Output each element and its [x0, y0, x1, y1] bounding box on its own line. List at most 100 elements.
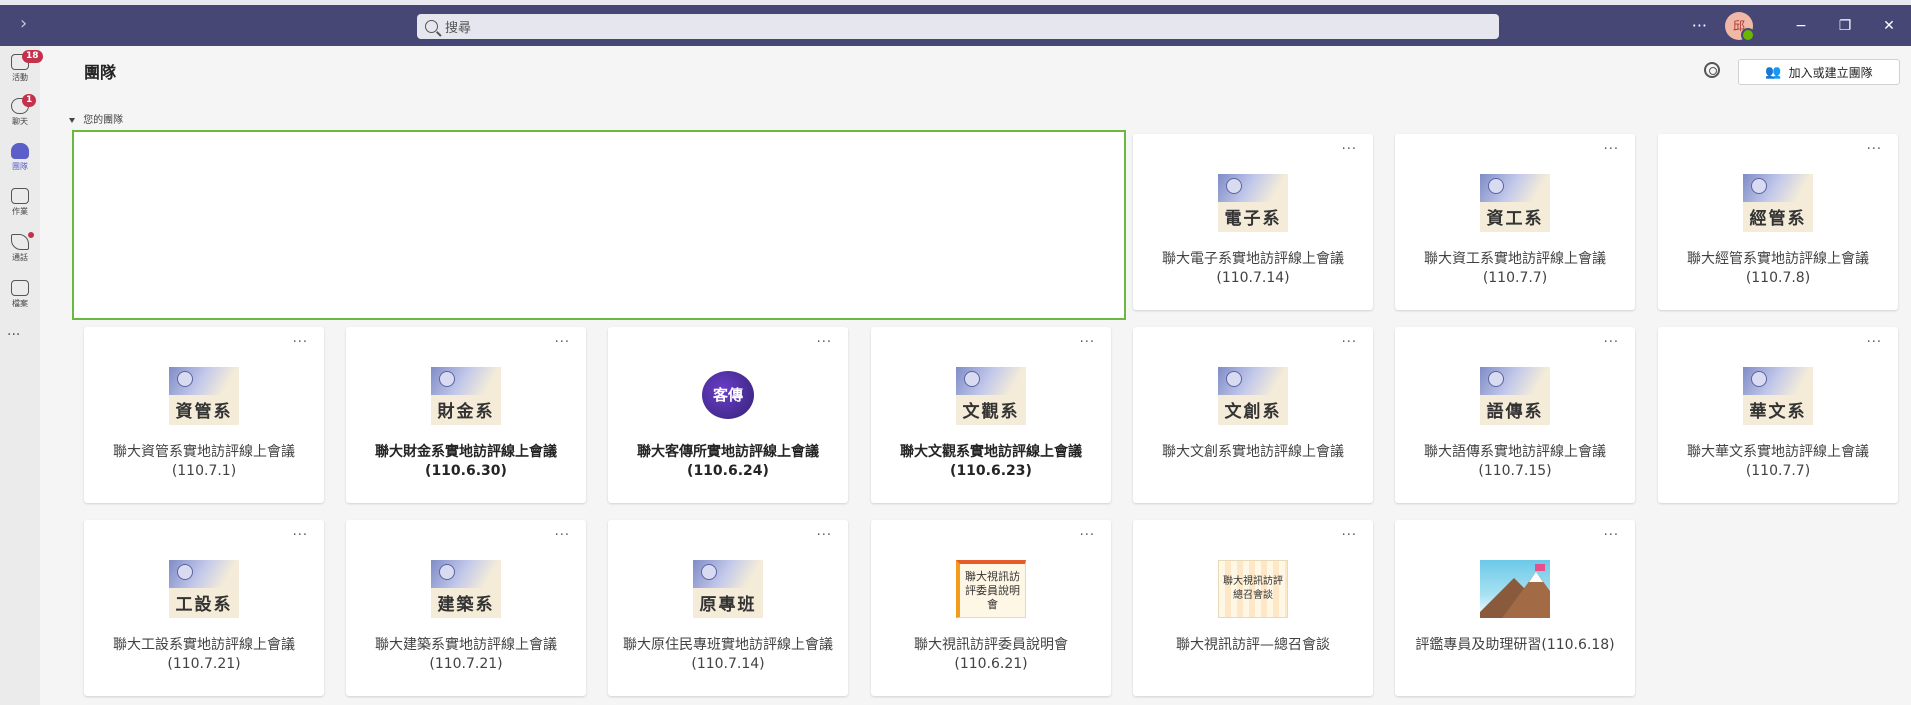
more-options-button[interactable]: ···: [1604, 142, 1619, 157]
team-card[interactable]: ··· 文創系 聯大文創系實地訪評線上會議: [1133, 327, 1373, 503]
logo-text: 原專班: [699, 595, 757, 615]
logo-text: 資管系: [175, 402, 233, 422]
more-options-button[interactable]: ···: [1080, 528, 1095, 543]
team-name: 聯大資管系實地訪評線上會議(110.7.1): [113, 444, 295, 479]
rail-item-assignments[interactable]: 作業: [0, 188, 40, 217]
team-logo: 聯大視訊訪評委員說明會: [956, 560, 1026, 618]
avatar[interactable]: 邱: [1725, 11, 1755, 42]
more-options-button[interactable]: ···: [555, 335, 570, 350]
team-card[interactable]: ··· 原專班 聯大原住民專班實地訪評線上會議(110.7.14): [608, 520, 848, 696]
team-card[interactable]: ··· 聯大視訊訪評總召會談 聯大視訊訪評—總召會談: [1133, 520, 1373, 696]
more-options-button[interactable]: ···: [1342, 142, 1357, 157]
team-card[interactable]: ··· 語傳系 聯大語傳系實地訪評線上會議(110.7.15): [1395, 327, 1635, 503]
team-card[interactable]: ··· 聯大視訊訪評委員說明會 聯大視訊訪評委員說明會(110.6.21): [871, 520, 1111, 696]
logo-text: 文創系: [1224, 402, 1282, 422]
logo-text: 華文系: [1749, 402, 1807, 422]
team-card[interactable]: ··· 建築系 聯大建築系實地訪評線上會議(110.7.21): [346, 520, 586, 696]
page-title: 團隊: [84, 63, 117, 82]
search-icon: [425, 20, 438, 33]
team-logo: 客傳: [696, 367, 760, 421]
team-logo: 建築系: [431, 560, 501, 618]
rail-item-teams[interactable]: 團隊: [0, 143, 40, 172]
file-icon: [11, 280, 29, 296]
team-card[interactable]: ··· 財金系 聯大財金系實地訪評線上會議(110.6.30): [346, 327, 586, 503]
more-options-button[interactable]: ···: [1080, 335, 1095, 350]
rail-item-chat[interactable]: 1 聊天: [0, 94, 40, 127]
more-options-button[interactable]: ···: [1604, 335, 1619, 350]
logo-text: 聯大視訊訪評總召會談: [1223, 576, 1283, 601]
more-apps-button[interactable]: ···: [7, 327, 20, 343]
team-logo: 聯大視訊訪評總召會談: [1218, 560, 1288, 618]
gear-icon[interactable]: [1704, 62, 1720, 78]
team-logo: 華文系: [1743, 367, 1813, 425]
mountain-icon: [1480, 560, 1550, 618]
team-name: 聯大建築系實地訪評線上會議(110.7.21): [375, 637, 557, 672]
team-name: 評鑑專員及助理研習(110.6.18): [1415, 637, 1615, 653]
logo-text: 文觀系: [962, 402, 1020, 422]
restore-button[interactable]: ❐: [1823, 18, 1867, 34]
team-card[interactable]: ··· 工設系 聯大工設系實地訪評線上會議(110.7.21): [84, 520, 324, 696]
close-button[interactable]: ✕: [1867, 18, 1911, 34]
logo-text: 資工系: [1486, 209, 1544, 229]
team-logo: 電子系: [1218, 174, 1288, 232]
team-name: 聯大經管系實地訪評線上會議(110.7.8): [1687, 251, 1869, 286]
logo-text: 客傳: [702, 371, 754, 419]
chat-badge: 1: [22, 94, 37, 107]
more-options-button[interactable]: ···: [1867, 335, 1882, 350]
team-name: 聯大文創系實地訪評線上會議: [1162, 444, 1344, 460]
team-name: 聯大文觀系實地訪評線上會議(110.6.23): [900, 444, 1082, 479]
rail-item-activity[interactable]: 18 活動: [0, 50, 43, 83]
rail-item-label: 聊天: [12, 117, 28, 126]
rail-item-files[interactable]: 檔案: [0, 280, 40, 309]
teams-icon: [11, 143, 29, 159]
team-name: 聯大華文系實地訪評線上會議(110.7.7): [1687, 444, 1869, 479]
calls-dot: [28, 232, 34, 238]
join-or-create-team-button[interactable]: 👥 加入或建立團隊: [1738, 59, 1900, 85]
more-options-button[interactable]: ···: [555, 528, 570, 543]
team-card[interactable]: ··· 文觀系 聯大文觀系實地訪評線上會議(110.6.23): [871, 327, 1111, 503]
team-card[interactable]: ··· 評鑑專員及助理研習(110.6.18): [1395, 520, 1635, 696]
logo-text: 工設系: [175, 595, 233, 615]
phone-icon: [11, 234, 29, 250]
logo-text: 財金系: [437, 402, 495, 422]
search-placeholder: 搜尋: [445, 21, 472, 36]
rail-item-label: 團隊: [12, 162, 28, 171]
team-logo: 原專班: [693, 560, 763, 618]
team-card[interactable]: ··· 經管系 聯大經管系實地訪評線上會議(110.7.8): [1658, 134, 1898, 310]
logo-text: 經管系: [1749, 209, 1807, 229]
more-options-button[interactable]: ···: [293, 528, 308, 543]
section-label: 您的團隊: [83, 115, 124, 126]
team-name: 聯大客傳所實地訪評線上會議(110.6.24): [637, 444, 819, 479]
more-options-button[interactable]: ···: [1342, 528, 1357, 543]
more-options-button[interactable]: ···: [1692, 16, 1707, 35]
team-logo: 語傳系: [1480, 367, 1550, 425]
more-options-button[interactable]: ···: [817, 335, 832, 350]
more-options-button[interactable]: ···: [293, 335, 308, 350]
rail-item-calls[interactable]: 通話: [0, 232, 40, 263]
section-header[interactable]: 您的團隊: [69, 111, 123, 126]
team-logo: 資工系: [1480, 174, 1550, 232]
more-options-button[interactable]: ···: [817, 528, 832, 543]
team-name: 聯大資工系實地訪評線上會議(110.7.7): [1424, 251, 1606, 286]
logo-text: 建築系: [437, 595, 495, 615]
team-card[interactable]: ··· 華文系 聯大華文系實地訪評線上會議(110.7.7): [1658, 327, 1898, 503]
caret-down-icon: [69, 117, 75, 123]
team-card[interactable]: ··· 資工系 聯大資工系實地訪評線上會議(110.7.7): [1395, 134, 1635, 310]
rail-item-label: 活動: [12, 73, 28, 82]
more-options-button[interactable]: ···: [1342, 335, 1357, 350]
expand-icon[interactable]: ›: [20, 13, 27, 34]
more-options-button[interactable]: ···: [1867, 142, 1882, 157]
team-card[interactable]: ··· 電子系 聯大電子系實地訪評線上會議(110.7.14): [1133, 134, 1373, 310]
app-rail: 18 活動 1 聊天 團隊 作業 通話 檔案 ···: [0, 46, 43, 705]
more-options-button[interactable]: ···: [1604, 528, 1619, 543]
rail-item-label: 通話: [12, 253, 28, 262]
rail-item-label: 作業: [12, 207, 28, 216]
minimize-button[interactable]: −: [1779, 18, 1823, 34]
title-bar: › 搜尋 ··· 邱 − ❐ ✕: [0, 0, 1911, 46]
search-input[interactable]: 搜尋: [417, 14, 1499, 39]
team-name: 聯大財金系實地訪評線上會議(110.6.30): [375, 444, 557, 479]
logo-text: 聯大視訊訪評委員說明會: [965, 569, 1020, 611]
team-card[interactable]: ··· 客傳 聯大客傳所實地訪評線上會議(110.6.24): [608, 327, 848, 503]
team-name: 聯大工設系實地訪評線上會議(110.7.21): [113, 637, 295, 672]
team-card[interactable]: ··· 資管系 聯大資管系實地訪評線上會議(110.7.1): [84, 327, 324, 503]
